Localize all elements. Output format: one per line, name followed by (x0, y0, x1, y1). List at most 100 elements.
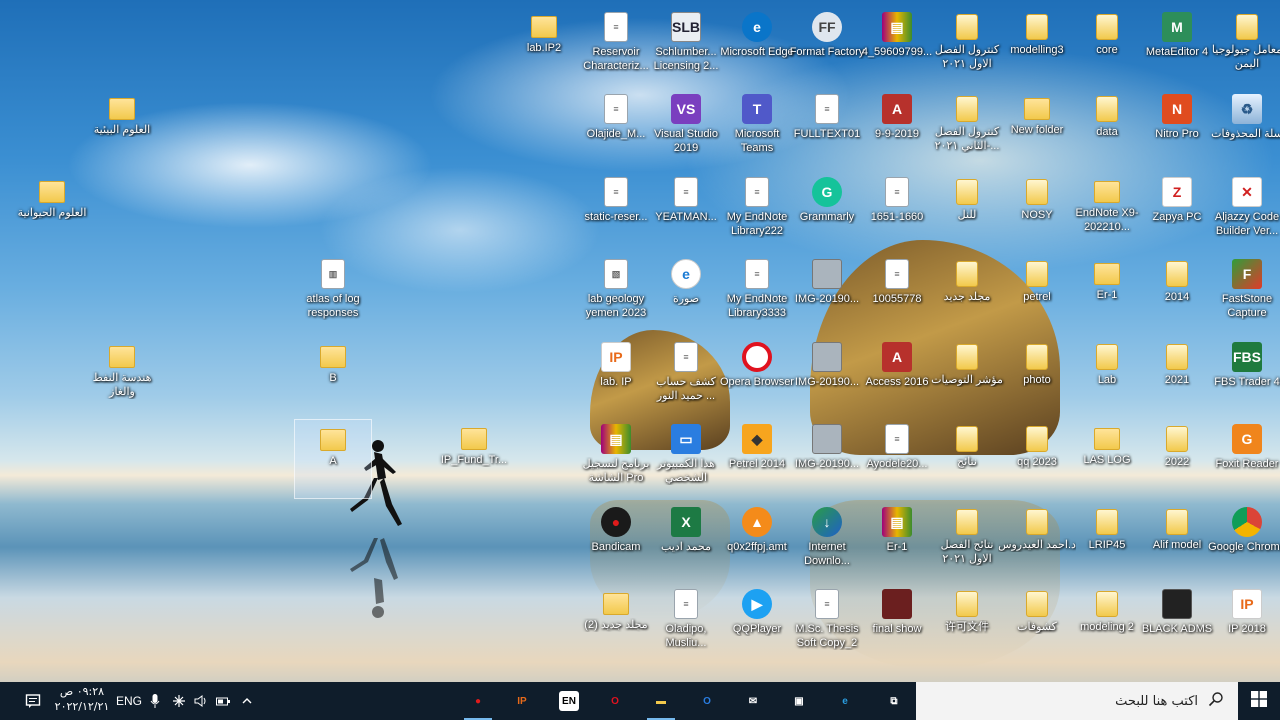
desktop-icon[interactable]: modeling 2 (1068, 584, 1146, 664)
desktop-icon[interactable]: EndNote X9-202210... (1068, 172, 1146, 252)
desktop-icon[interactable]: core (1068, 7, 1146, 87)
file-explorer-taskbar-icon[interactable]: ▬ (639, 682, 683, 720)
desktop-icon[interactable]: نتائج (928, 419, 1006, 499)
desktop-icon[interactable]: M MetaEditor 4 (1138, 7, 1216, 87)
desktop-icon[interactable]: هندسة النفط والغاز (83, 337, 161, 417)
desktop-icon[interactable]: LAS LOG (1068, 419, 1146, 499)
desktop-icon[interactable]: G Foxit Reader (1208, 419, 1280, 499)
edge-taskbar-icon[interactable]: e (823, 682, 867, 720)
desktop-icon[interactable]: ↓ Internet Downlo... (788, 502, 866, 582)
desktop-icon[interactable]: ≡ 1651-1660 (858, 172, 936, 252)
desktop-icon[interactable]: 2021 (1138, 337, 1216, 417)
desktop-icon[interactable]: ▧ lab geology yemen 2023 (577, 254, 655, 334)
desktop-icon[interactable]: Google Chrome (1208, 502, 1280, 582)
desktop-icon[interactable]: LRIP45 (1068, 502, 1146, 582)
desktop-icon[interactable]: 许可文件 (928, 584, 1006, 664)
desktop-icon[interactable]: ≡ static-reser... (577, 172, 655, 252)
desktop-icon[interactable]: ≡ Oladipo, Musliu... (647, 584, 725, 664)
desktop-icon[interactable]: ≡ My EndNote Library3333 (718, 254, 796, 334)
store-taskbar-icon[interactable]: ▣ (777, 682, 821, 720)
mail-taskbar-icon[interactable]: ✉ (731, 682, 775, 720)
desktop-icon[interactable]: ≡ Olajide_M... (577, 89, 655, 169)
desktop-icon[interactable]: د.احمد العيدروس (998, 502, 1076, 582)
desktop-icon[interactable]: VS Visual Studio 2019 (647, 89, 725, 169)
desktop-icon[interactable]: FF Format Factory (788, 7, 866, 87)
desktop-icon[interactable]: ▶ QQPlayer (718, 584, 796, 664)
desktop-icon[interactable]: معامل جيولوجيا اليمن (1208, 7, 1280, 87)
desktop-icon[interactable]: ✕ Aljazzy Code Builder Ver... (1208, 172, 1280, 252)
desktop-icon[interactable]: A Access 2016 (858, 337, 936, 417)
desktop-icon[interactable]: ▤ 4_59609799... (858, 7, 936, 87)
desktop-icon[interactable]: مؤشر التوصيات (928, 337, 1006, 417)
outlook-taskbar-icon[interactable]: O (685, 682, 729, 720)
desktop-icon[interactable]: كنترول الفصل الاول ٢٠٢١ (928, 7, 1006, 87)
desktop-icon[interactable]: ▥ atlas of log responses (294, 254, 372, 334)
desktop-icon[interactable]: final show (858, 584, 936, 664)
desktop-icon[interactable]: NOSY (998, 172, 1076, 252)
desktop-icon[interactable]: A (294, 419, 372, 499)
desktop-icon[interactable]: ≡ Reservoir Characteriz... (577, 7, 655, 87)
desktop-icon[interactable]: ▤ Er-1 (858, 502, 936, 582)
desktop-icon[interactable]: New folder (998, 89, 1076, 169)
desktop-icon[interactable]: IMG-20190... (788, 254, 866, 334)
desktop-icon[interactable]: ≡ YEATMAN... (647, 172, 725, 252)
desktop-icon[interactable]: F FastStone Capture (1208, 254, 1280, 334)
desktop-icon[interactable]: Er-1 (1068, 254, 1146, 334)
desktop-icon[interactable]: العلوم الحيوانية (13, 172, 91, 252)
desktop-icon[interactable]: 2014 (1138, 254, 1216, 334)
desktop-icon[interactable]: IP_Fund_Tr... (435, 419, 513, 499)
desktop-icon[interactable]: data (1068, 89, 1146, 169)
desktop-icon[interactable]: كنترول الفصل الثاني ٢٠٢١-... (928, 89, 1006, 169)
show-hidden-icons-chevron-icon[interactable] (236, 682, 258, 720)
desktop-icon[interactable]: BLACK ADMS (1138, 584, 1216, 664)
desktop-icon[interactable]: qq 2023 (998, 419, 1076, 499)
volume-icon[interactable] (190, 682, 212, 720)
desktop-icon[interactable]: e Microsoft Edge (718, 7, 796, 87)
network-icon[interactable] (168, 682, 190, 720)
desktop-icon[interactable]: petrel (998, 254, 1076, 334)
task-view-taskbar-icon[interactable]: ⧉ (872, 682, 916, 720)
desktop-icon[interactable]: للنل (928, 172, 1006, 252)
battery-icon[interactable] (212, 682, 234, 720)
desktop-icon[interactable]: نتائج الفصل الاول ٢٠٢١ (928, 502, 1006, 582)
desktop-icon[interactable]: Opera Browser (718, 337, 796, 417)
desktop-icon[interactable]: Lab (1068, 337, 1146, 417)
desktop-icon[interactable]: ♻ سلة المحذوفات (1208, 89, 1280, 169)
desktop-icon[interactable]: ● Bandicam (577, 502, 655, 582)
desktop-icon[interactable]: B (294, 337, 372, 417)
desktop-icon[interactable]: ▲ q0x2ffpj.amt (718, 502, 796, 582)
desktop-icon[interactable]: ≡ 10055778 (858, 254, 936, 334)
desktop-icon[interactable]: ≡ M.Sc. Thesis Soft Copy_2 (788, 584, 866, 664)
language-bar-icon[interactable]: EN (547, 682, 591, 720)
desktop-icon[interactable]: X محمد اديب (647, 502, 725, 582)
desktop-icon[interactable]: كشوفات (998, 584, 1076, 664)
language-indicator[interactable]: ENG (114, 682, 144, 720)
desktop-icon[interactable]: IMG-20190... (788, 419, 866, 499)
desktop-icon[interactable]: ≡ Ayodele20... (858, 419, 936, 499)
desktop-icon[interactable]: Z Zapya PC (1138, 172, 1216, 252)
desktop-icon[interactable]: ≡ My EndNote Library222 (718, 172, 796, 252)
desktop-icon[interactable]: modelling3 (998, 7, 1076, 87)
desktop-icon[interactable]: e صورة (647, 254, 725, 334)
ip-taskbar-icon[interactable]: IP (500, 682, 544, 720)
desktop-icon[interactable]: ≡ FULLTEXT01 (788, 89, 866, 169)
desktop-icon[interactable]: photo (998, 337, 1076, 417)
taskbar-clock[interactable]: ٠٩:٢٨ ص ٢٠٢٢/١٢/٢١ (54, 684, 110, 718)
desktop-icon[interactable]: العلوم البيئية (83, 89, 161, 169)
desktop-icon[interactable]: IMG-20190... (788, 337, 866, 417)
microphone-icon[interactable] (146, 682, 164, 720)
bandicam-taskbar-icon[interactable]: ● (456, 682, 500, 720)
desktop-icon[interactable]: 2022 (1138, 419, 1216, 499)
desktop-icon[interactable]: G Grammarly (788, 172, 866, 252)
desktop-icon[interactable]: FBS FBS Trader 4 (1208, 337, 1280, 417)
desktop-icon[interactable]: lab.IP2 (505, 7, 583, 87)
desktop-icon[interactable]: IP IP 2018 (1208, 584, 1280, 664)
desktop-icon[interactable]: Alif model (1138, 502, 1216, 582)
taskbar-search-box[interactable]: اكتب هنا للبحث (916, 682, 1238, 720)
desktop-icon[interactable]: SLB Schlumber... Licensing 2... (647, 7, 725, 87)
opera-taskbar-icon[interactable]: O (593, 682, 637, 720)
desktop-icon[interactable]: ▭ هذا الكمبيوتر الشخصي (647, 419, 725, 499)
action-center-icon[interactable] (18, 682, 48, 720)
desktop-icon[interactable]: IP lab. IP (577, 337, 655, 417)
desktop-icon[interactable]: ▤ برنامج لتسجيل الشاشة Pro (577, 419, 655, 499)
